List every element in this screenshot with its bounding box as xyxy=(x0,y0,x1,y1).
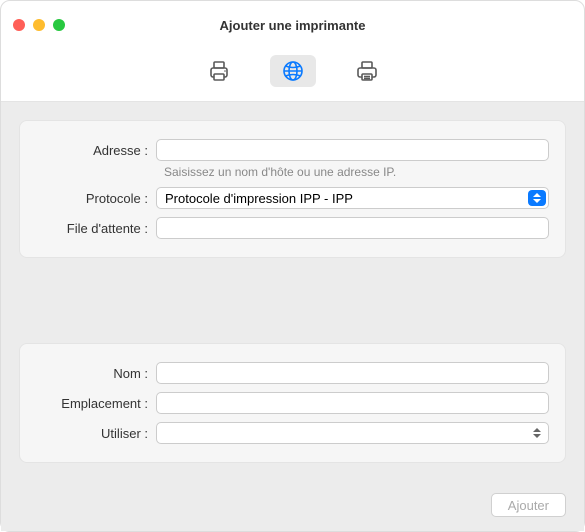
close-window-button[interactable] xyxy=(13,19,25,31)
toolbar-default-tab[interactable] xyxy=(196,55,242,87)
location-label: Emplacement : xyxy=(36,396,156,411)
name-input[interactable] xyxy=(156,362,549,384)
zoom-window-button[interactable] xyxy=(53,19,65,31)
content-area: Adresse : Saisissez un nom d'hôte ou une… xyxy=(1,102,584,481)
name-label: Nom : xyxy=(36,366,156,381)
titlebar: Ajouter une imprimante xyxy=(1,1,584,49)
toolbar-ip-tab[interactable] xyxy=(270,55,316,87)
use-label: Utiliser : xyxy=(36,426,156,441)
queue-input[interactable] xyxy=(156,217,549,239)
location-input[interactable] xyxy=(156,392,549,414)
window-controls xyxy=(13,19,65,31)
use-select[interactable] xyxy=(156,422,549,444)
minimize-window-button[interactable] xyxy=(33,19,45,31)
address-input[interactable] xyxy=(156,139,549,161)
footer: Ajouter xyxy=(1,481,584,531)
protocol-select[interactable]: Protocole d'impression IPP - IPP xyxy=(156,187,549,209)
address-label: Adresse : xyxy=(36,143,156,158)
globe-icon xyxy=(282,60,304,82)
toolbar-windows-tab[interactable] xyxy=(344,55,390,87)
protocol-value: Protocole d'impression IPP - IPP xyxy=(165,191,353,206)
add-printer-window: Ajouter une imprimante xyxy=(0,0,585,532)
address-hint: Saisissez un nom d'hôte ou une adresse I… xyxy=(164,165,549,179)
printer-default-icon xyxy=(206,60,232,82)
add-button[interactable]: Ajouter xyxy=(491,493,566,517)
details-panel: Nom : Emplacement : Utiliser : xyxy=(19,343,566,463)
connection-panel: Adresse : Saisissez un nom d'hôte ou une… xyxy=(19,120,566,258)
toolbar xyxy=(1,49,584,102)
window-title: Ajouter une imprimante xyxy=(1,18,584,33)
chevron-updown-icon xyxy=(528,190,546,206)
printer-advanced-icon xyxy=(354,60,380,82)
chevron-updown-icon xyxy=(528,425,546,441)
protocol-label: Protocole : xyxy=(36,191,156,206)
queue-label: File d'attente : xyxy=(36,221,156,236)
